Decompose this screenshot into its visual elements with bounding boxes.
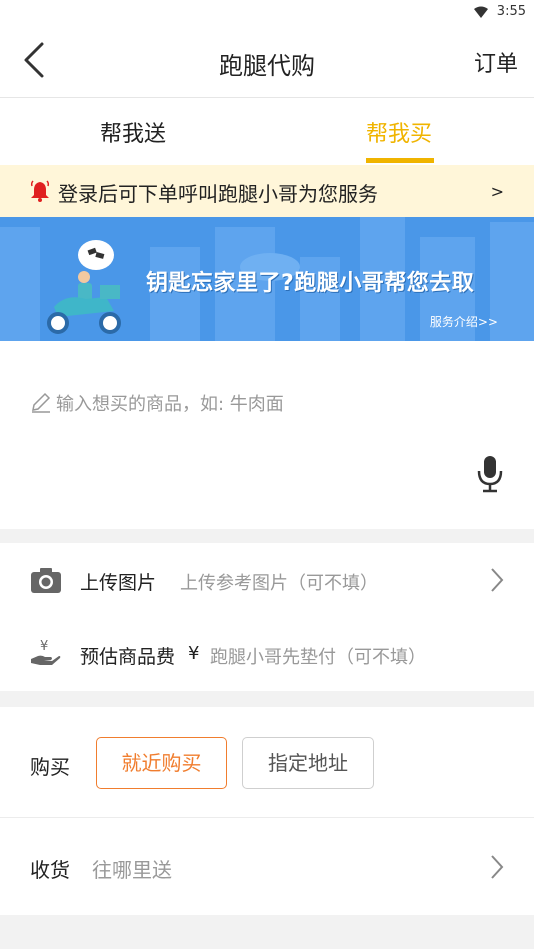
app-bar: 跑腿代购 订单: [0, 24, 534, 98]
service-intro-link[interactable]: 服务介绍>>: [430, 313, 498, 330]
status-bar: 3:55: [0, 0, 534, 24]
currency-symbol: ¥: [188, 643, 200, 664]
page-title: 跑腿代购: [219, 52, 315, 80]
notice-text: 登录后可下单呼叫跑腿小哥为您服务: [58, 182, 378, 206]
goods-fee-row[interactable]: ¥ 预估商品费 ¥ 跑腿小哥先垫付（可不填）: [0, 617, 534, 691]
microphone-icon[interactable]: [476, 455, 504, 493]
bell-icon: [30, 180, 50, 202]
login-notice-bar[interactable]: 登录后可下单呼叫跑腿小哥为您服务 >: [0, 165, 534, 217]
notice-arrow: >: [490, 182, 504, 201]
receive-label: 收货: [30, 858, 70, 882]
chevron-right-icon: [491, 855, 504, 879]
orders-button[interactable]: 订单: [474, 46, 518, 78]
promo-banner[interactable]: 钥匙忘家里了?跑腿小哥帮您去取 服务介绍>>: [0, 217, 534, 341]
camera-icon: [31, 568, 61, 593]
tab-bar: 帮我送 帮我买: [0, 98, 534, 165]
buy-label: 购买: [30, 755, 70, 779]
receive-address-row[interactable]: 收货 往哪里送: [0, 818, 534, 915]
money-hand-icon: ¥: [31, 639, 61, 665]
goods-input-area[interactable]: 输入想买的商品，如: 牛肉面: [0, 341, 534, 529]
upload-image-label: 上传图片: [80, 572, 157, 594]
delivery-rider-illustration: [47, 240, 121, 334]
status-time: 3:55: [496, 4, 526, 19]
chevron-right-icon: [491, 568, 504, 592]
photo-fee-section: 上传图片 上传参考图片（可不填） ¥ 预估商品费 ¥ 跑腿小哥先垫付（可不填）: [0, 543, 534, 691]
banner-headline: 钥匙忘家里了?跑腿小哥帮您去取: [146, 271, 475, 296]
buy-method-row: 购买 就近购买 指定地址: [0, 707, 534, 818]
upload-image-row[interactable]: 上传图片 上传参考图片（可不填）: [0, 543, 534, 617]
tab-buy-for-me[interactable]: 帮我买: [366, 116, 432, 148]
active-tab-indicator: [366, 158, 434, 163]
buy-receive-section: 购买 就近购买 指定地址 收货 往哪里送: [0, 707, 534, 915]
goods-fee-input[interactable]: 跑腿小哥先垫付（可不填）: [210, 643, 426, 669]
receive-address-hint: 往哪里送: [92, 858, 172, 882]
goods-input-placeholder[interactable]: 输入想买的商品，如: 牛肉面: [56, 390, 284, 416]
upload-image-hint: 上传参考图片（可不填）: [180, 573, 378, 594]
nearby-purchase-button[interactable]: 就近购买: [96, 737, 227, 789]
goods-fee-label: 预估商品费: [80, 646, 176, 668]
specified-address-button[interactable]: 指定地址: [242, 737, 374, 789]
tab-send-for-me[interactable]: 帮我送: [100, 116, 166, 148]
svg-text:¥: ¥: [40, 639, 48, 654]
pencil-icon: [32, 392, 51, 413]
wifi-icon: [474, 6, 488, 18]
